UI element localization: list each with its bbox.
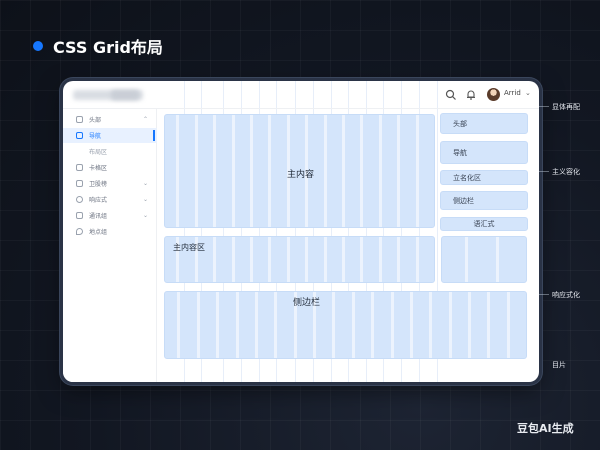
watermark-brand: 豆包AI生成 [517,422,574,435]
sidebar-item-label: 卡格区 [89,165,108,172]
grid-item-label: 侧边栏 [453,196,474,205]
annotation-label: 主义容化 [552,168,580,176]
sidebar-item-comms[interactable]: 通讯组 ⌄ [63,208,157,223]
main-area-label: 主内容区 [173,243,205,252]
sidebar-item-cards[interactable]: 卡格区 [63,160,157,175]
annotation-label: 显体再配 [552,103,580,111]
sidebar-item-label: 地点组 [89,229,108,236]
grid-item-style: 语汇式 [440,217,528,231]
grid-main-content: 主内容 [164,114,435,228]
title-bullet-icon [33,41,43,51]
sidebar-item-location[interactable]: 地点组 [63,224,157,239]
top-bar: Arrid ⌄ [63,81,539,109]
blurred-app-subtitle [111,90,139,100]
grid-main-area: 主内容区 [164,236,435,283]
chevron-up-icon: ⌃ [143,116,149,123]
grid-item-label: 头部 [453,119,467,128]
sidebar-item-nav[interactable]: 导航 [63,128,157,143]
grid-item-header: 头部 [440,113,528,134]
annotation-connector [539,171,549,172]
page-header: CSS Grid布局 [33,34,163,58]
chat-icon [76,212,83,219]
main-content-label: 主内容 [287,170,315,180]
table-icon [76,180,83,187]
sidebar-item-label: 响应式 [89,197,108,204]
clock-icon [76,196,83,203]
annotation-connector [539,294,549,295]
grid-main-area-right [441,236,527,283]
sidebar-item-label: 头部 [89,117,102,124]
sidebar-item-label: 布局区 [89,149,108,156]
chevron-down-icon: ⌄ [143,196,149,203]
bell-icon[interactable] [465,89,477,101]
chevron-down-icon: ⌄ [143,180,149,187]
chevron-down-icon: ⌄ [143,212,149,219]
page-title: CSS Grid布局 [53,38,163,57]
pin-icon [76,228,83,235]
sidebar-item-ranking[interactable]: 卫股榜 ⌄ [63,176,157,191]
grid-item-label: 语汇式 [473,220,495,228]
annotation-label: 目片 [552,361,566,369]
annotation-label: 响应式化 [552,291,580,299]
app-window: Arrid ⌄ 头部 ⌃ 导航 布局区 卡格区 卫股榜 ⌄ 响应式 ⌄ 通讯组 … [63,81,539,382]
grid-item-named-area: 立名化区 [440,170,528,185]
grid-item-nav: 导航 [440,141,528,164]
annotation-connector [539,106,549,107]
grid-item-sidebar: 侧边栏 [440,191,528,210]
sidebar-item-layout[interactable]: 布局区 [63,144,157,159]
sidebar: 头部 ⌃ 导航 布局区 卡格区 卫股榜 ⌄ 响应式 ⌄ 通讯组 ⌄ 地点组 [63,109,157,382]
sidebar-item-label: 通讯组 [89,213,108,220]
avatar[interactable] [487,88,500,101]
sidebar-item-responsive[interactable]: 响应式 ⌄ [63,192,157,207]
home-icon [76,116,83,123]
grid-item-label: 导航 [453,148,467,157]
sidebar-item-label: 卫股榜 [89,181,108,188]
user-name[interactable]: Arrid [504,89,521,97]
grid-icon [76,164,83,171]
sidebar-item-label: 导航 [89,133,102,140]
side-bar-label: 侧边栏 [293,298,321,308]
grid-item-label: 立名化区 [453,173,481,182]
grid-side-bar: 侧边栏 [164,291,527,359]
nav-icon [76,132,83,139]
search-icon[interactable] [445,89,457,101]
sidebar-item-header[interactable]: 头部 ⌃ [63,112,157,127]
chevron-down-icon[interactable]: ⌄ [525,89,531,97]
